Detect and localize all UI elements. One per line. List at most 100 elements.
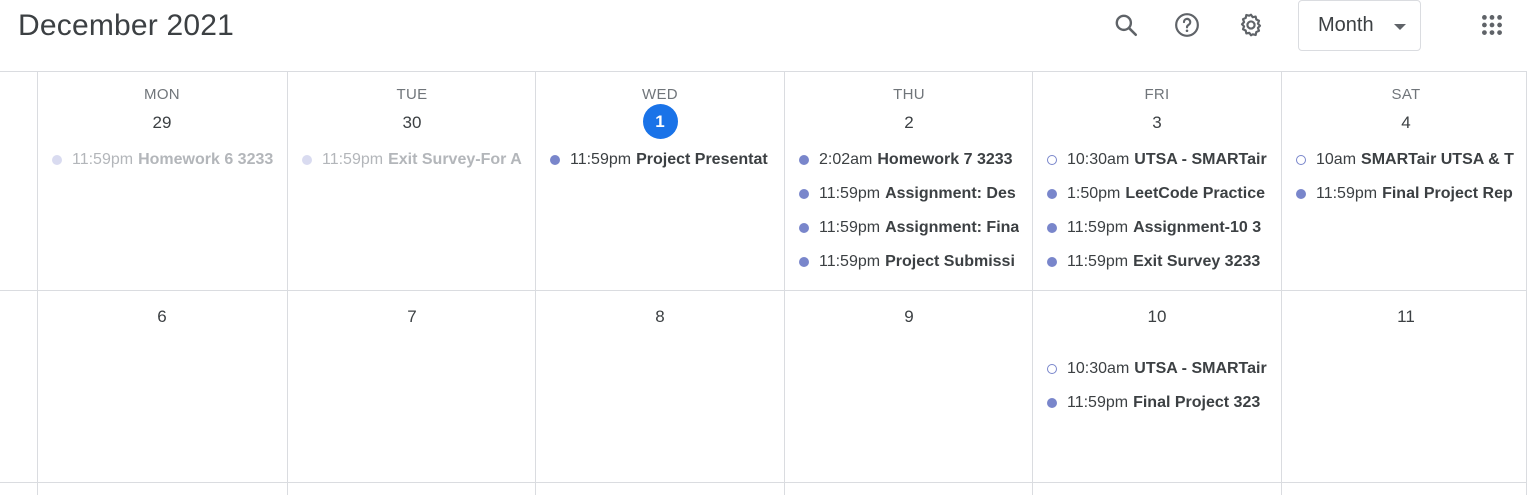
event-dot-icon <box>799 223 809 233</box>
event-time: 11:59pm <box>322 151 384 168</box>
event-list: 11:59pm Project Presentat <box>546 143 774 177</box>
day-cell[interactable]: TUE 30 11:59pm Exit Survey-For A <box>288 72 536 290</box>
day-cell[interactable]: 6 <box>38 291 286 482</box>
event-chip[interactable]: 10:30am UTSA - SMARTair <box>1043 352 1271 386</box>
date-number[interactable]: 11 <box>1282 307 1527 327</box>
view-selector-dropdown[interactable]: Month <box>1298 0 1421 51</box>
event-chip[interactable]: 11:59pm Final Project 323 <box>1043 386 1271 420</box>
event-title: Homework 7 3233 <box>877 151 1013 168</box>
event-time: 11:59pm <box>1316 185 1378 202</box>
event-time: 11:59pm <box>819 253 881 270</box>
date-number-label: 30 <box>402 113 422 132</box>
day-cell[interactable]: 8 <box>536 291 784 482</box>
day-cell[interactable]: FRI 3 10:30am UTSA - SMARTair 1:50pm LeetCode… <box>1033 72 1281 290</box>
apps-icon[interactable] <box>1473 6 1511 44</box>
search-icon[interactable] <box>1107 6 1145 44</box>
event-title: Final Project 323 <box>1133 394 1261 411</box>
event-chip[interactable]: 11:59pm Homework 6 3233 <box>48 143 276 177</box>
date-number-label: 2 <box>904 113 914 132</box>
event-title: Project Presentat <box>636 151 768 168</box>
day-of-week-label: SAT <box>1391 86 1421 103</box>
event-title: Exit Survey 3233 <box>1133 253 1261 270</box>
event-dot-icon <box>1047 155 1057 165</box>
date-number[interactable]: 29 <box>38 113 286 133</box>
event-title: UTSA - SMARTair <box>1134 360 1267 377</box>
date-number[interactable]: 7 <box>288 307 536 327</box>
day-of-week-label: WED <box>642 86 678 103</box>
event-time: 2:02am <box>819 151 873 168</box>
event-chip[interactable]: 10:30am UTSA - SMARTair <box>1043 143 1271 177</box>
event-chip[interactable]: 10am SMARTair UTSA & T <box>1292 143 1520 177</box>
event-dot-icon <box>799 257 809 267</box>
day-cell[interactable]: MON 29 11:59pm Homework 6 3233 <box>38 72 286 290</box>
date-number[interactable]: 6 <box>38 307 286 327</box>
day-cell[interactable]: WED 1 11:59pm Project Presentat <box>536 72 784 290</box>
date-number[interactable]: 10 <box>1033 307 1281 327</box>
date-number-label: 9 <box>904 307 914 326</box>
day-of-week-label: THU <box>893 86 925 103</box>
event-dot-icon <box>1047 223 1057 233</box>
date-number-label: 11 <box>1397 307 1415 326</box>
event-dot-icon <box>1047 398 1057 408</box>
event-time: 10:30am <box>1067 151 1130 168</box>
event-chip[interactable]: 2:02am Homework 7 3233 <box>795 143 1023 177</box>
event-chip[interactable]: 11:59pm Assignment: Des <box>795 177 1023 211</box>
event-dot-icon <box>1047 364 1057 374</box>
date-number[interactable]: 3 <box>1033 113 1281 133</box>
event-list: 2:02am Homework 7 3233 11:59pm Assignment: … <box>795 143 1023 279</box>
day-of-week-label: MON <box>144 86 180 103</box>
event-chip[interactable]: 11:59pm Final Project Rep <box>1292 177 1520 211</box>
day-of-week-label: TUE <box>396 86 428 103</box>
day-cell[interactable]: 11 <box>1282 291 1527 482</box>
event-chip[interactable]: 11:59pm Project Submissi <box>795 245 1023 279</box>
date-number[interactable]: 8 <box>536 307 784 327</box>
day-cell[interactable]: 10 10:30am UTSA - SMARTair 11:59pm Final Pro… <box>1033 291 1281 482</box>
event-time: 1:50pm <box>1067 185 1121 202</box>
event-list: 11:59pm Exit Survey-For A <box>298 143 526 177</box>
calendar-header: December 2021 Month <box>0 0 1527 72</box>
view-selector-label: Month <box>1318 14 1374 36</box>
event-time: 11:59pm <box>72 151 134 168</box>
event-title: SMARTair UTSA & T <box>1361 151 1514 168</box>
event-dot-icon <box>1296 155 1306 165</box>
date-number-label: 8 <box>655 307 665 326</box>
day-cell[interactable]: SAT 4 10am SMARTair UTSA & T 11:59pm Final Pr… <box>1282 72 1527 290</box>
date-number-label: 10 <box>1147 307 1167 326</box>
event-time: 11:59pm <box>570 151 632 168</box>
event-dot-icon <box>1047 257 1057 267</box>
day-cell[interactable]: THU 2 2:02am Homework 7 3233 11:59pm Assignme… <box>785 72 1033 290</box>
date-number[interactable]: 9 <box>785 307 1033 327</box>
month-title: December 2021 <box>18 9 235 42</box>
date-number-label: 29 <box>152 113 172 132</box>
event-dot-icon <box>799 155 809 165</box>
month-grid: MON 29 11:59pm Homework 6 3233 TUE 30 11:59pm E… <box>0 72 1527 495</box>
event-title: Homework 6 3233 <box>138 151 274 168</box>
event-dot-icon <box>550 155 560 165</box>
event-title: LeetCode Practice <box>1125 185 1265 202</box>
event-chip[interactable]: 11:59pm Assignment: Fina <box>795 211 1023 245</box>
date-number-label: 4 <box>1401 113 1411 132</box>
settings-icon[interactable] <box>1232 6 1270 44</box>
help-icon[interactable] <box>1168 6 1206 44</box>
date-number[interactable]: 2 <box>785 113 1033 133</box>
event-chip[interactable]: 11:59pm Exit Survey-For A <box>298 143 526 177</box>
date-number[interactable]: 30 <box>288 113 536 133</box>
event-time: 11:59pm <box>1067 253 1129 270</box>
event-title: Assignment-10 3 <box>1133 219 1262 236</box>
date-number-label: 6 <box>157 307 167 326</box>
grid-line <box>0 482 1527 483</box>
event-time: 11:59pm <box>819 185 881 202</box>
event-chip[interactable]: 11:59pm Assignment-10 3 <box>1043 211 1271 245</box>
event-chip[interactable]: 11:59pm Project Presentat <box>546 143 774 177</box>
today-date-badge[interactable]: 1 <box>536 104 784 139</box>
event-title: Exit Survey-For A <box>388 151 522 168</box>
day-of-week-label: FRI <box>1144 86 1170 103</box>
day-cell[interactable]: 9 <box>785 291 1033 482</box>
event-list: 11:59pm Homework 6 3233 <box>48 143 276 177</box>
event-chip[interactable]: 11:59pm Exit Survey 3233 <box>1043 245 1271 279</box>
event-time: 10am <box>1316 151 1357 168</box>
day-cell[interactable]: 7 <box>288 291 536 482</box>
date-number[interactable]: 4 <box>1282 113 1527 133</box>
event-chip[interactable]: 1:50pm LeetCode Practice <box>1043 177 1271 211</box>
event-time: 11:59pm <box>1067 219 1129 236</box>
